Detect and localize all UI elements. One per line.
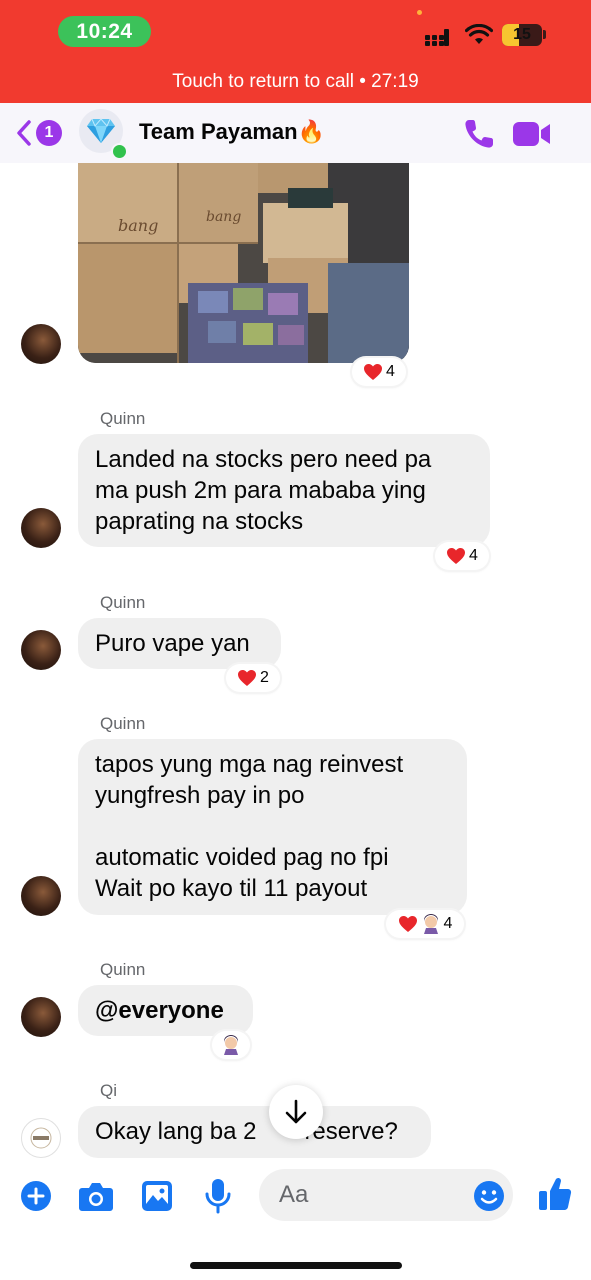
plus-icon[interactable]	[20, 1180, 52, 1212]
avatar[interactable]	[21, 508, 61, 548]
video-camera-icon[interactable]	[512, 118, 552, 150]
message-reactions[interactable]: 2	[226, 664, 280, 692]
avatar[interactable]	[21, 630, 61, 670]
camera-icon[interactable]	[78, 1180, 114, 1212]
phone-icon[interactable]	[462, 117, 496, 151]
message-bubble[interactable]: Okay lang ba 2 reserve?	[78, 1106, 431, 1158]
avatar-logo	[30, 1127, 52, 1149]
emoji-icon[interactable]	[473, 1180, 505, 1212]
home-indicator	[190, 1262, 402, 1269]
status-time: 10:24	[58, 16, 151, 47]
heart-icon	[364, 364, 383, 380]
message-composer	[0, 1158, 591, 1280]
back-button[interactable]: 1	[16, 117, 76, 149]
diamond-icon	[87, 118, 115, 143]
return-to-call-bar[interactable]: 10:24 15 Touch to return to call • 27:19	[0, 0, 591, 103]
privacy-indicator-dot	[417, 10, 422, 15]
sender-name: Quinn	[100, 960, 146, 979]
arrow-down-icon	[285, 1099, 307, 1124]
chat-header: 1 Team Payaman🔥	[0, 103, 591, 163]
avatar[interactable]	[21, 997, 61, 1037]
scroll-to-bottom-button[interactable]	[269, 1085, 323, 1139]
message-reactions[interactable]: 4	[435, 542, 489, 570]
avatar[interactable]	[21, 324, 61, 364]
message-bubble[interactable]: tapos yung mga nag reinvest yungfresh pa…	[78, 739, 467, 915]
reaction-count: 4	[443, 915, 453, 932]
battery-icon: 15	[502, 24, 542, 46]
online-indicator	[111, 143, 128, 160]
thumbs-up-icon[interactable]	[538, 1176, 572, 1212]
svg-text:bang: bang	[118, 216, 158, 235]
back-icon	[17, 120, 31, 146]
battery-level: 15	[513, 26, 531, 43]
message-bubble[interactable]: Puro vape yan	[78, 618, 281, 669]
message-reactions[interactable]: 4	[352, 358, 406, 386]
sender-name: Qi	[100, 1081, 117, 1100]
heart-icon	[447, 548, 466, 564]
microphone-icon[interactable]	[204, 1178, 232, 1214]
message-reactions[interactable]: 4	[386, 910, 464, 938]
wifi-icon	[465, 24, 493, 44]
conversation-title[interactable]: Team Payaman🔥	[139, 119, 325, 145]
person-emoji-icon	[423, 914, 438, 934]
reaction-count: 4	[386, 363, 395, 380]
person-emoji-icon	[224, 1035, 238, 1055]
sender-name: Quinn	[100, 714, 146, 733]
svg-text:bang: bang	[206, 209, 241, 225]
reaction-count: 2	[260, 669, 269, 686]
message-bubble[interactable]: @everyone	[78, 985, 253, 1036]
cellular-signal-icon	[425, 26, 449, 46]
heart-icon	[398, 916, 417, 932]
message-bubble[interactable]: Landed na stocks pero need pa ma push 2m…	[78, 434, 490, 547]
return-to-call-label: Touch to return to call • 27:19	[172, 71, 419, 92]
reaction-count: 4	[469, 547, 478, 564]
avatar[interactable]	[21, 876, 61, 916]
shared-photo[interactable]: bang bang	[78, 163, 409, 363]
heart-icon	[238, 670, 257, 686]
gallery-icon[interactable]	[141, 1180, 173, 1212]
message-reactions[interactable]	[212, 1031, 250, 1059]
unread-badge: 1	[36, 120, 62, 146]
sender-name: Quinn	[100, 593, 146, 612]
sender-name: Quinn	[100, 409, 146, 428]
avatar[interactable]	[21, 1118, 61, 1158]
photo-content: bang bang	[78, 163, 409, 363]
